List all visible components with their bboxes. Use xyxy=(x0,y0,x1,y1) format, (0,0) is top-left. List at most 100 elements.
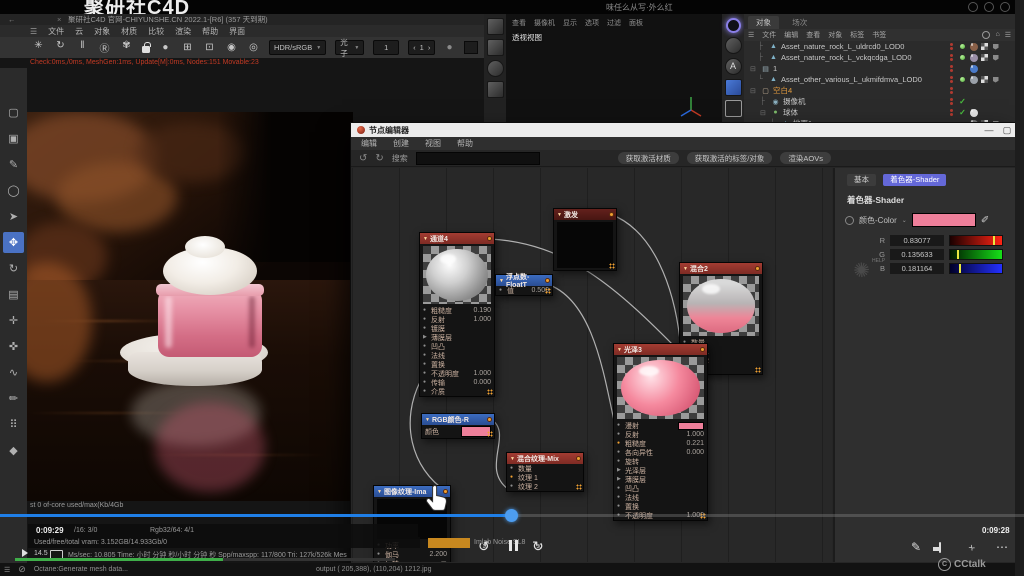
tool-icon[interactable]: ▢ xyxy=(3,102,24,123)
viewport-menu-item[interactable]: 过滤 xyxy=(607,18,621,28)
help-pinwheel-icon[interactable]: ✺ xyxy=(849,256,873,285)
seekbar-remaining[interactable] xyxy=(512,514,1024,517)
hamburger-icon[interactable]: ☰ xyxy=(748,31,754,39)
color-socket-icon[interactable] xyxy=(845,216,854,225)
toolbar-icon[interactable]: ‖ xyxy=(76,40,89,55)
om-menu-item[interactable]: 对象 xyxy=(828,30,842,40)
node-mix-texture[interactable]: ▼混合纹理-Mix ●数量 ●纹理 1 ●纹理 2 xyxy=(506,452,584,492)
object-label[interactable]: Asset_nature_rock_L_vckqcdga_LOD0 xyxy=(781,53,912,62)
color-channel-row[interactable]: R 0.83077 xyxy=(875,233,1017,247)
toolbar-icon[interactable]: ↻ xyxy=(54,40,67,55)
menu-item[interactable]: 云 xyxy=(75,26,83,37)
visibility-check-icon[interactable]: ✓ xyxy=(959,108,966,117)
toolbar-icon[interactable]: ● xyxy=(159,42,172,53)
viewport-menu-item[interactable]: 选项 xyxy=(585,18,599,28)
sphere-icon[interactable] xyxy=(487,60,504,77)
seekbar-knob[interactable] xyxy=(505,509,518,522)
node-search-input[interactable] xyxy=(416,152,540,165)
tool-icon[interactable]: ⠿ xyxy=(3,414,24,435)
object-tree-row[interactable]: ├ ▲ Asset_nature_rock_L_vckqcdga_LOD0 ✓ xyxy=(744,52,1015,63)
enabled-dot-icon[interactable] xyxy=(960,77,965,82)
node-float[interactable]: ▼浮点数-FloatT ●值0.500 xyxy=(495,274,553,296)
resize-grip[interactable] xyxy=(487,431,493,437)
frame-input[interactable]: 1 xyxy=(373,40,399,55)
caret-icon[interactable]: ⌄ xyxy=(902,217,907,224)
menu-item[interactable]: 帮助 xyxy=(202,26,218,37)
tool-icon[interactable]: ✎ xyxy=(3,154,24,175)
node-param-row[interactable]: ●纹理 2 xyxy=(507,482,583,491)
tool-icon[interactable]: ✥ xyxy=(3,232,24,253)
colorspace-select[interactable]: HDR/sRGB▼ xyxy=(269,40,326,55)
channel-value[interactable]: 0.135633 xyxy=(890,249,944,260)
menu-item[interactable]: 对象 xyxy=(94,26,110,37)
render-ball-icon[interactable]: ● xyxy=(444,42,454,53)
back-arrow-icon[interactable]: ← xyxy=(8,14,16,25)
output-socket[interactable] xyxy=(755,266,760,271)
layer-dots-icon[interactable] xyxy=(950,76,953,83)
tool-icon[interactable]: ➤ xyxy=(3,206,24,227)
cube-icon[interactable] xyxy=(487,18,504,35)
layer-dots-icon[interactable] xyxy=(950,43,953,50)
output-socket[interactable] xyxy=(545,278,550,283)
object-label[interactable]: 1 xyxy=(773,64,777,73)
menu-item[interactable]: 比较 xyxy=(148,26,164,37)
menu-item[interactable]: 界面 xyxy=(229,26,245,37)
output-socket[interactable] xyxy=(576,456,581,461)
frame-stepper[interactable]: ‹1› xyxy=(408,40,435,55)
tool-icon[interactable]: ✏ xyxy=(3,388,24,409)
tab-basic[interactable]: 基本 xyxy=(847,174,876,186)
render-aovs-button[interactable]: 渲染AOVs xyxy=(780,152,831,164)
tag-flag-icon[interactable] xyxy=(993,77,999,83)
tool-icon[interactable]: ✜ xyxy=(3,336,24,357)
maximize-button[interactable]: ▢ xyxy=(998,125,1016,136)
toolbar-icon[interactable]: ⊞ xyxy=(181,42,194,53)
tag-flag-icon[interactable] xyxy=(993,55,999,61)
tool-icon[interactable]: ↻ xyxy=(3,258,24,279)
undo-icon[interactable]: ↺ xyxy=(359,153,367,164)
speaker-icon[interactable] xyxy=(22,549,32,557)
menu-item[interactable]: 材质 xyxy=(121,26,137,37)
om-menu-item[interactable]: 编辑 xyxy=(784,30,798,40)
viewport-menu-item[interactable]: 面板 xyxy=(629,18,643,28)
octane-live-viewer[interactable] xyxy=(27,112,353,501)
object-label[interactable]: 摄像机 xyxy=(783,96,806,107)
skip-forward-button[interactable]: ↻30 xyxy=(532,538,544,555)
om-menu-item[interactable]: 文件 xyxy=(762,30,776,40)
object-tree-row[interactable]: ⊟ ● 球体 ✓ xyxy=(744,107,1015,118)
render-mode-select[interactable]: 光子▼ xyxy=(335,40,364,55)
material-ball-icon[interactable] xyxy=(970,43,978,51)
enabled-dot-icon[interactable] xyxy=(960,55,965,60)
square-outline-icon[interactable] xyxy=(725,100,742,117)
material-ball-icon[interactable] xyxy=(970,65,978,73)
texture-tag-icon[interactable] xyxy=(981,43,988,50)
filter-icon[interactable]: ☰ xyxy=(1005,31,1011,39)
annotate-pencil-button[interactable]: ✎ xyxy=(911,540,921,554)
material-ball-icon[interactable] xyxy=(970,109,978,117)
toolbar-icon[interactable]: ◎ xyxy=(247,42,260,53)
object-label[interactable]: 空白4 xyxy=(773,85,792,96)
om-menu-item[interactable]: 查看 xyxy=(806,30,820,40)
lock-icon[interactable] xyxy=(142,46,150,53)
layer-dots-icon[interactable] xyxy=(950,87,953,94)
toolbar-icon[interactable]: ✳ xyxy=(32,40,45,55)
resize-grip[interactable] xyxy=(545,288,551,294)
cube-icon[interactable] xyxy=(487,81,504,98)
resize-grip[interactable] xyxy=(487,389,493,395)
tool-icon[interactable]: ◆ xyxy=(3,440,24,461)
channel-slider[interactable] xyxy=(949,263,1003,274)
toolbar-icon[interactable]: ⊡ xyxy=(203,42,216,53)
ne-menu-item[interactable]: 编辑 xyxy=(361,138,377,149)
tab-shader[interactable]: 着色器-Shader xyxy=(883,174,946,186)
channel-slider[interactable] xyxy=(949,235,1003,246)
toolbar-icon[interactable]: ✾ xyxy=(120,40,133,55)
render-region-icon[interactable] xyxy=(464,41,479,54)
live-viewer-icon[interactable] xyxy=(726,18,741,33)
toolbar-icon[interactable]: Ⓡ xyxy=(98,40,111,55)
tool-icon[interactable]: ◯ xyxy=(3,180,24,201)
ne-menu-item[interactable]: 帮助 xyxy=(457,138,473,149)
tool-icon[interactable]: ✛ xyxy=(3,310,24,331)
a-badge-icon[interactable]: A xyxy=(725,58,742,75)
tool-icon[interactable]: ∿ xyxy=(3,362,24,383)
menu-item[interactable]: 文件 xyxy=(48,26,64,37)
texture-tag-icon[interactable] xyxy=(981,54,988,61)
